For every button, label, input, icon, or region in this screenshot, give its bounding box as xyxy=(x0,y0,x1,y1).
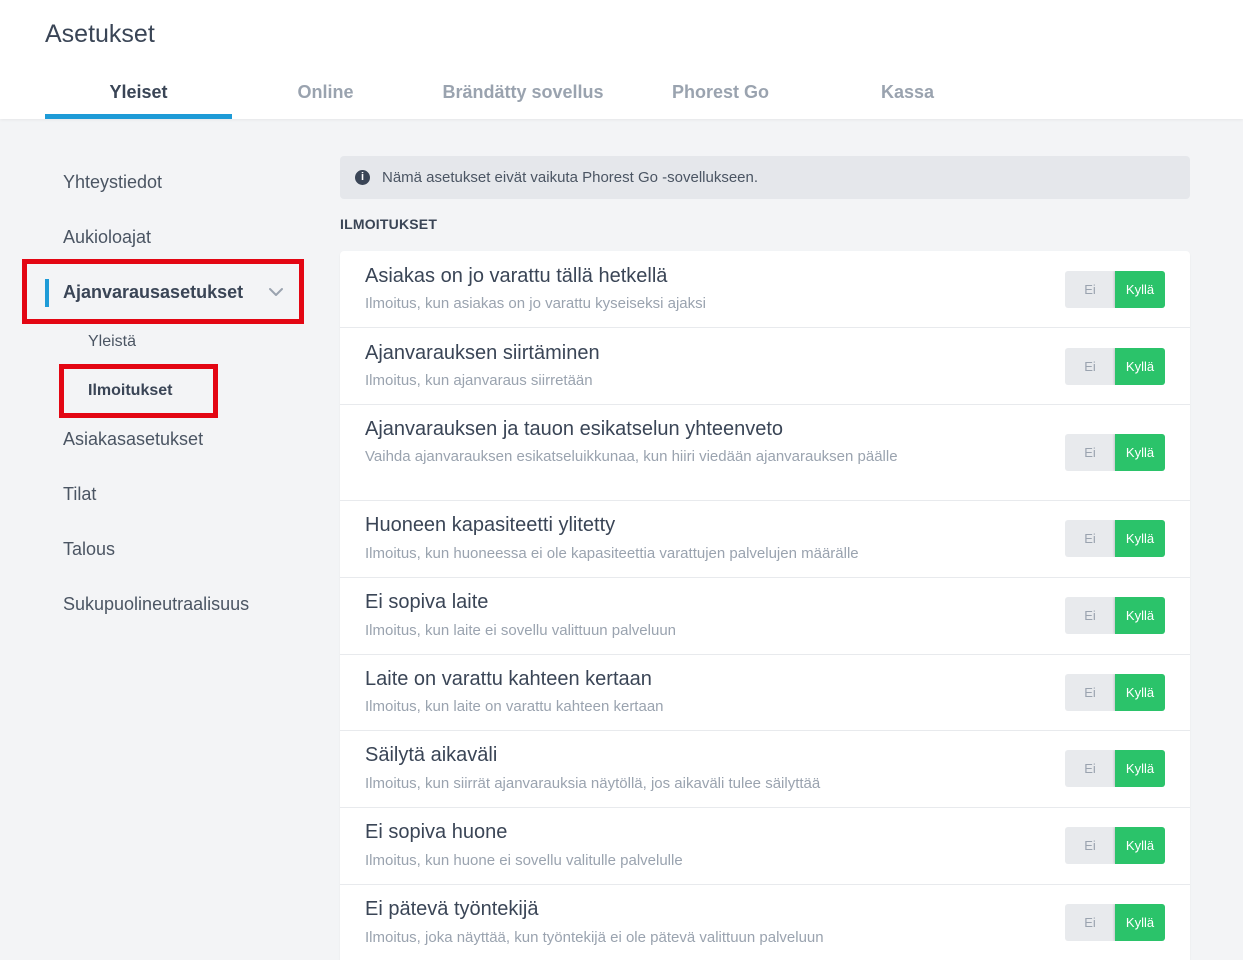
setting-description: Ilmoitus, joka näyttää, kun työntekijä e… xyxy=(365,929,824,946)
settings-card: Asiakas on jo varattu tällä hetkellä Ilm… xyxy=(340,251,1190,960)
toggle-ei-option[interactable]: Ei xyxy=(1065,348,1115,385)
info-banner: i Nämä asetukset eivät vaikuta Phorest G… xyxy=(340,156,1190,199)
toggle-kylla-option[interactable]: Kyllä xyxy=(1115,597,1165,634)
info-text: Nämä asetukset eivät vaikuta Phorest Go … xyxy=(382,169,759,186)
setting-title: Asiakas on jo varattu tällä hetkellä xyxy=(365,265,668,287)
setting-title: Ei pätevä työntekijä xyxy=(365,898,539,920)
setting-row: Ei sopiva laite Ilmoitus, kun laite ei s… xyxy=(340,578,1190,655)
sidebar-item-aukioloajat[interactable]: Aukioloajat xyxy=(63,227,151,248)
toggle-ei-option[interactable]: Ei xyxy=(1065,597,1115,634)
setting-row: Laite on varattu kahteen kertaan Ilmoitu… xyxy=(340,655,1190,731)
setting-title: Ei sopiva laite xyxy=(365,591,489,613)
toggle-ei-option[interactable]: Ei xyxy=(1065,827,1115,864)
setting-description: Ilmoitus, kun huone ei sovellu valitulle… xyxy=(365,852,683,869)
toggle-kylla-option[interactable]: Kyllä xyxy=(1115,520,1165,557)
setting-title: Laite on varattu kahteen kertaan xyxy=(365,668,652,690)
yes-no-toggle[interactable]: Ei Kyllä xyxy=(1065,520,1165,557)
toggle-kylla-option[interactable]: Kyllä xyxy=(1115,434,1165,471)
setting-description: Ilmoitus, kun laite on varattu kahteen k… xyxy=(365,698,664,715)
setting-description: Ilmoitus, kun huoneessa ei ole kapasitee… xyxy=(365,545,859,562)
sidebar-subitem-ilmoitukset[interactable]: Ilmoitukset xyxy=(88,382,172,400)
setting-title: Säilytä aikaväli xyxy=(365,744,498,766)
sidebar-item-sukupuolineutraalisuus[interactable]: Sukupuolineutraalisuus xyxy=(63,594,249,615)
setting-description: Ilmoitus, kun ajanvaraus siirretään xyxy=(365,372,593,389)
toggle-kylla-option[interactable]: Kyllä xyxy=(1115,827,1165,864)
setting-row: Ei sopiva huone Ilmoitus, kun huone ei s… xyxy=(340,808,1190,885)
toggle-ei-option[interactable]: Ei xyxy=(1065,904,1115,941)
sidebar-item-yhteystiedot[interactable]: Yhteystiedot xyxy=(63,172,162,193)
sidebar-item-ajanvarausasetukset[interactable]: Ajanvarausasetukset xyxy=(63,282,243,303)
toggle-kylla-option[interactable]: Kyllä xyxy=(1115,904,1165,941)
yes-no-toggle[interactable]: Ei Kyllä xyxy=(1065,271,1165,308)
toggle-ei-option[interactable]: Ei xyxy=(1065,674,1115,711)
toggle-kylla-option[interactable]: Kyllä xyxy=(1115,750,1165,787)
toggle-ei-option[interactable]: Ei xyxy=(1065,434,1115,471)
setting-description: Ilmoitus, kun laite ei sovellu valittuun… xyxy=(365,622,677,639)
setting-row: Ajanvarauksen ja tauon esikatselun yhtee… xyxy=(340,405,1190,501)
setting-title: Ajanvarauksen ja tauon esikatselun yhtee… xyxy=(365,418,784,440)
sidebar-item-asiakasasetukset[interactable]: Asiakasasetukset xyxy=(63,429,203,450)
toggle-kylla-option[interactable]: Kyllä xyxy=(1115,348,1165,385)
toggle-ei-option[interactable]: Ei xyxy=(1065,750,1115,787)
setting-row: Ajanvarauksen siirtäminen Ilmoitus, kun … xyxy=(340,328,1190,405)
setting-row: Ei pätevä työntekijä Ilmoitus, joka näyt… xyxy=(340,885,1190,960)
tab-kassa[interactable]: Kassa xyxy=(814,66,1001,119)
yes-no-toggle[interactable]: Ei Kyllä xyxy=(1065,827,1165,864)
yes-no-toggle[interactable]: Ei Kyllä xyxy=(1065,904,1165,941)
setting-row: Asiakas on jo varattu tällä hetkellä Ilm… xyxy=(340,251,1190,328)
setting-row: Säilytä aikaväli Ilmoitus, kun siirrät a… xyxy=(340,731,1190,808)
section-title: ILMOITUKSET xyxy=(340,216,438,232)
setting-title: Huoneen kapasiteetti ylitetty xyxy=(365,514,616,536)
setting-title: Ajanvarauksen siirtäminen xyxy=(365,342,600,364)
sidebar-subitem-yleista[interactable]: Yleistä xyxy=(88,333,136,351)
setting-description: Ilmoitus, kun siirrät ajanvarauksia näyt… xyxy=(365,775,821,792)
toggle-kylla-option[interactable]: Kyllä xyxy=(1115,271,1165,308)
sidebar-item-talous[interactable]: Talous xyxy=(63,539,115,560)
tab-phorest-go[interactable]: Phorest Go xyxy=(627,66,814,119)
yes-no-toggle[interactable]: Ei Kyllä xyxy=(1065,750,1165,787)
toggle-ei-option[interactable]: Ei xyxy=(1065,520,1115,557)
tab-yleiset[interactable]: Yleiset xyxy=(45,66,232,119)
page-title: Asetukset xyxy=(45,20,155,48)
info-icon: i xyxy=(355,170,370,185)
yes-no-toggle[interactable]: Ei Kyllä xyxy=(1065,348,1165,385)
tab-brandatty-sovellus[interactable]: Brändätty sovellus xyxy=(419,66,627,119)
toggle-kylla-option[interactable]: Kyllä xyxy=(1115,674,1165,711)
yes-no-toggle[interactable]: Ei Kyllä xyxy=(1065,674,1165,711)
toggle-ei-option[interactable]: Ei xyxy=(1065,271,1115,308)
chevron-down-icon[interactable] xyxy=(268,284,284,300)
header: Asetukset Yleiset Online Brändätty sovel… xyxy=(0,0,1243,119)
yes-no-toggle[interactable]: Ei Kyllä xyxy=(1065,597,1165,634)
active-indicator xyxy=(45,279,49,307)
yes-no-toggle[interactable]: Ei Kyllä xyxy=(1065,434,1165,471)
setting-description: Vaihda ajanvarauksen esikatseluikkunaa, … xyxy=(365,448,898,465)
setting-description: Ilmoitus, kun asiakas on jo varattu kyse… xyxy=(365,295,706,312)
tab-online[interactable]: Online xyxy=(232,66,419,119)
setting-title: Ei sopiva huone xyxy=(365,821,508,843)
setting-row: Huoneen kapasiteetti ylitetty Ilmoitus, … xyxy=(340,501,1190,578)
sidebar-item-tilat[interactable]: Tilat xyxy=(63,484,96,505)
